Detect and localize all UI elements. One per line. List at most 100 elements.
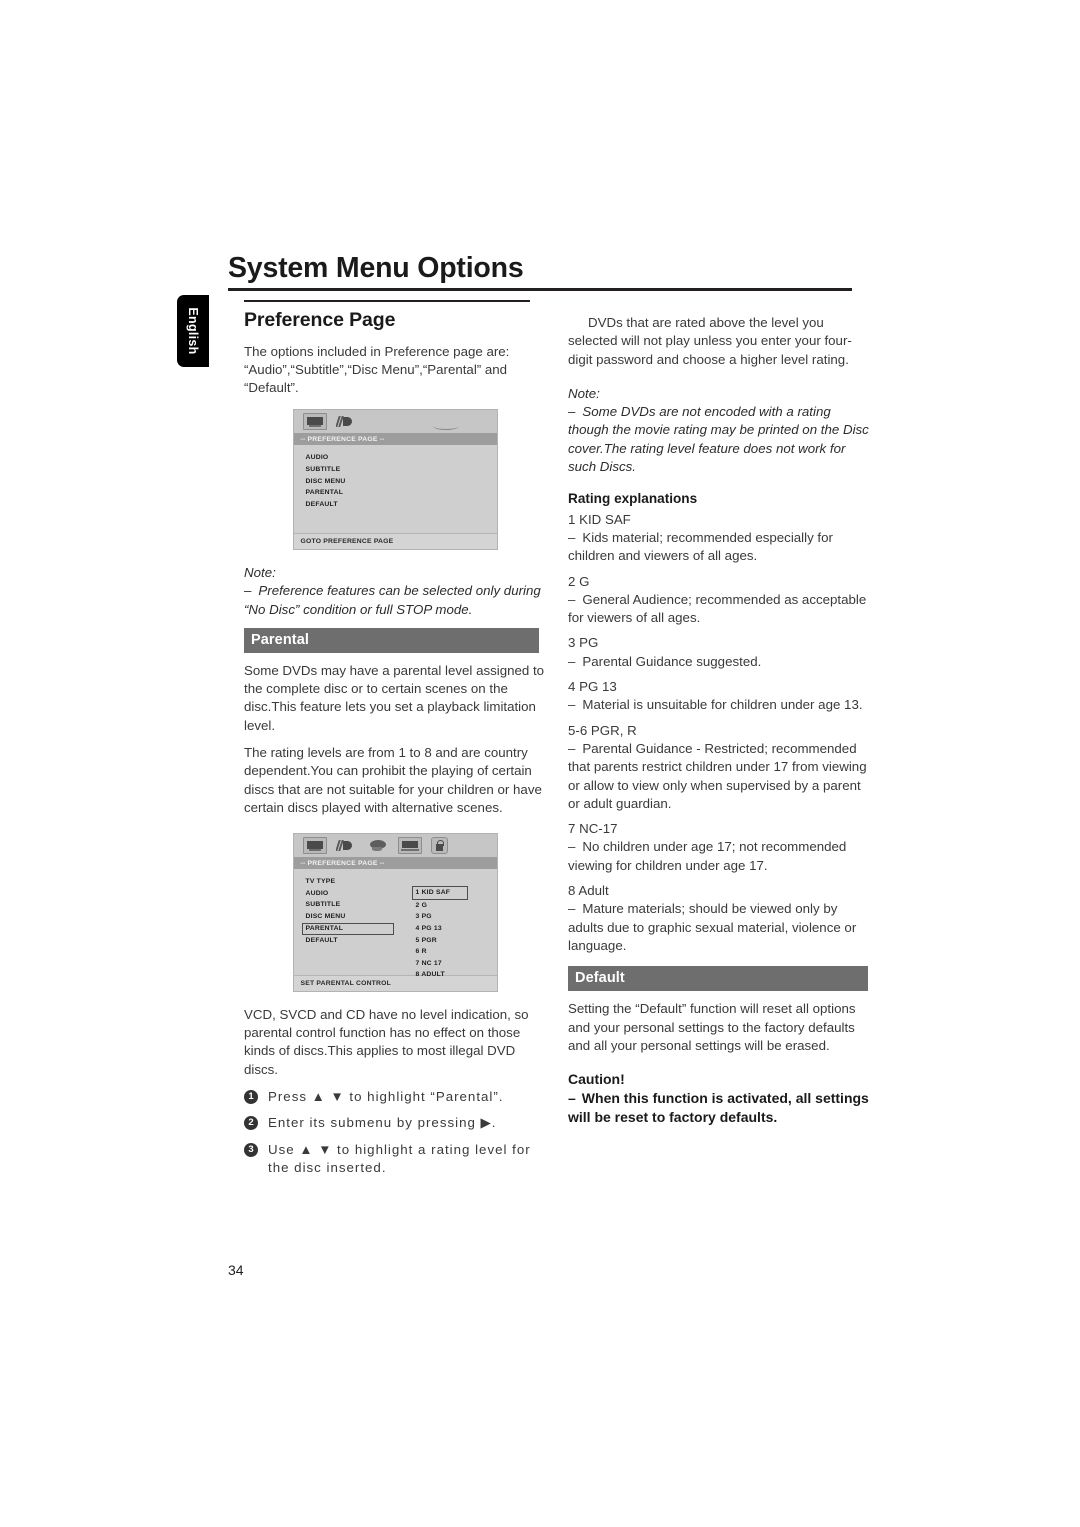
osd-menu-item: SUBTITLE — [305, 901, 341, 909]
step-item: 1 Press ▲ ▼ to highlight “Parental”. — [244, 1088, 546, 1106]
caution-text: – When this function is activated, all se… — [568, 1089, 870, 1127]
audio-icon — [335, 414, 358, 429]
dash-marker: – — [568, 529, 576, 545]
step-number: 1 — [244, 1089, 258, 1104]
osd-menu-item-highlighted: PARENTAL — [301, 922, 394, 936]
parental-section-heading: Parental — [244, 627, 539, 653]
note-text: – Preference features can be selected onl… — [244, 582, 546, 619]
tv-type-icon — [302, 837, 327, 855]
dash-marker: – — [568, 839, 576, 855]
osd-preference-panel: -- PREFERENCE PAGE -- AUDIO SUBTITLE DIS… — [292, 409, 498, 550]
rating-description-text: General Audience; recommended as accepta… — [568, 591, 867, 626]
dash-marker: – — [568, 901, 576, 917]
default-section-heading: Default — [568, 966, 868, 992]
osd-preference-screenshot: -- PREFERENCE PAGE -- AUDIO SUBTITLE DIS… — [244, 409, 546, 550]
osd-menu-item: DEFAULT — [305, 500, 338, 508]
step-number: 2 — [244, 1116, 258, 1131]
osd-title-bar: -- PREFERENCE PAGE -- — [293, 433, 497, 446]
language-tab: English — [177, 295, 209, 367]
rating-description: – Mature materials; should be viewed only… — [568, 900, 870, 955]
decorative-arc-icon — [432, 422, 459, 431]
preference-intro-text: The options included in Preference page … — [244, 343, 510, 396]
osd-menu-body: TV TYPE AUDIO SUBTITLE DISC MENU PARENTA… — [293, 869, 497, 978]
rating-description: – Material is unsuitable for children und… — [568, 696, 870, 714]
rating-description: – General Audience; recommended as accept… — [568, 591, 870, 628]
note-body-text: Preference features can be selected only… — [244, 583, 541, 617]
preference-page-heading: Preference Page — [244, 308, 396, 331]
language-tab-label: English — [186, 307, 200, 355]
rating-name: 7 NC-17 — [568, 821, 618, 837]
page-title: System Menu Options — [228, 252, 524, 284]
osd-rating-item: 7 NC 17 — [415, 959, 442, 967]
parental-steps-list: 1 Press ▲ ▼ to highlight “Parental”. 2 E… — [244, 1088, 546, 1177]
osd-rating-item: 2 G — [415, 901, 428, 909]
osd-menu-item: DISC MENU — [305, 913, 346, 921]
page-number: 34 — [228, 1262, 244, 1278]
rating-name: 1 KID SAF — [568, 511, 631, 527]
osd-menu-item: PARENTAL — [305, 489, 344, 497]
rating-description: – Parental Guidance suggested. — [568, 653, 870, 671]
audio-icon — [335, 838, 358, 853]
rating-description-text: Parental Guidance suggested. — [582, 653, 762, 669]
step-text: Enter its submenu by pressing ▶. — [268, 1115, 497, 1131]
dash-marker: – — [568, 1090, 576, 1107]
rating-description-text: Material is unsuitable for children unde… — [582, 697, 863, 713]
rating-name: 4 PG 13 — [568, 679, 617, 695]
note-body-text: Some DVDs are not encoded with a rating … — [568, 404, 869, 475]
default-description-text: Setting the “Default” function will rese… — [568, 1001, 856, 1053]
parental-paragraph-1: Some DVDs may have a parental level assi… — [244, 662, 545, 733]
osd-footer-label: GOTO PREFERENCE PAGE — [293, 533, 497, 549]
osd-rating-item-highlighted: 1 KID SAF — [411, 886, 468, 900]
caution-title: Caution! — [568, 1071, 625, 1088]
step-number: 3 — [244, 1142, 258, 1157]
osd-menu-item: AUDIO — [305, 889, 329, 897]
dash-marker: – — [568, 653, 576, 669]
parental-lock-icon — [430, 837, 448, 855]
osd-menu-body: AUDIO SUBTITLE DISC MENU PARENTAL DEFAUL… — [293, 445, 497, 534]
rating-intro-text: DVDs that are rated above the level you … — [568, 315, 852, 367]
step-text: Use ▲ ▼ to highlight a rating level for … — [268, 1141, 531, 1175]
tv-type-icon — [302, 413, 327, 431]
document-page: System Menu Options English Preference P… — [0, 0, 1080, 1527]
osd-title-bar: -- PREFERENCE PAGE -- — [293, 857, 497, 870]
osd-rating-item: 6 R — [415, 948, 427, 956]
rating-description: – No children under age 17; not recommend… — [568, 838, 870, 875]
osd-menu-item: SUBTITLE — [305, 466, 341, 474]
rating-description-text: No children under age 17; not recommende… — [568, 839, 847, 873]
rating-description: – Parental Guidance - Restricted; recomme… — [568, 740, 870, 813]
dash-marker: – — [568, 591, 576, 607]
osd-parental-screenshot: -- PREFERENCE PAGE -- TV TYPE AUDIO SUBT… — [244, 833, 546, 992]
subtitle-icon — [367, 838, 389, 853]
parental-paragraph-2: The rating levels are from 1 to 8 and ar… — [244, 745, 542, 815]
right-column: DVDs that are rated above the level you … — [568, 300, 870, 1127]
dash-marker: – — [568, 697, 576, 713]
note-text: – Some DVDs are not encoded with a rating… — [568, 403, 870, 476]
disc-menu-icon — [397, 837, 422, 855]
osd-rating-list: 1 KID SAF 2 G 3 PG 4 PG 13 5 PGR 6 R 7 N… — [411, 886, 468, 981]
parental-paragraph-3: VCD, SVCD and CD have no level indicatio… — [244, 1006, 529, 1077]
rating-name: 5-6 PGR, R — [568, 722, 637, 738]
osd-parental-panel: -- PREFERENCE PAGE -- TV TYPE AUDIO SUBT… — [292, 833, 498, 992]
rating-description-text: Kids material; recommended especially fo… — [568, 529, 833, 564]
rating-explanations-heading: Rating explanations — [568, 491, 698, 507]
step-item: 2 Enter its submenu by pressing ▶. — [244, 1114, 546, 1132]
osd-rating-item: 4 PG 13 — [415, 925, 442, 933]
rating-name: 2 G — [568, 573, 590, 589]
rating-name: 3 PG — [568, 635, 599, 651]
osd-menu-item: DISC MENU — [305, 477, 346, 485]
step-text: Press ▲ ▼ to highlight “Parental”. — [268, 1088, 504, 1104]
osd-rating-item: 5 PGR — [415, 936, 437, 944]
osd-rating-item: 8 ADULT — [415, 971, 445, 979]
caution-body-text: When this function is activated, all set… — [568, 1090, 869, 1126]
osd-icon-bar — [293, 834, 497, 858]
osd-icon-bar — [293, 410, 497, 434]
osd-rating-item: 3 PG — [415, 913, 432, 921]
dash-marker: – — [244, 583, 252, 599]
left-column: Preference Page The options included in … — [244, 300, 546, 1185]
note-label: Note: — [568, 385, 600, 401]
rating-name: 8 Adult — [568, 883, 609, 899]
title-divider — [228, 288, 852, 291]
section-divider — [244, 300, 530, 302]
osd-menu-item: TV TYPE — [305, 878, 336, 886]
note-label: Note: — [244, 564, 276, 580]
